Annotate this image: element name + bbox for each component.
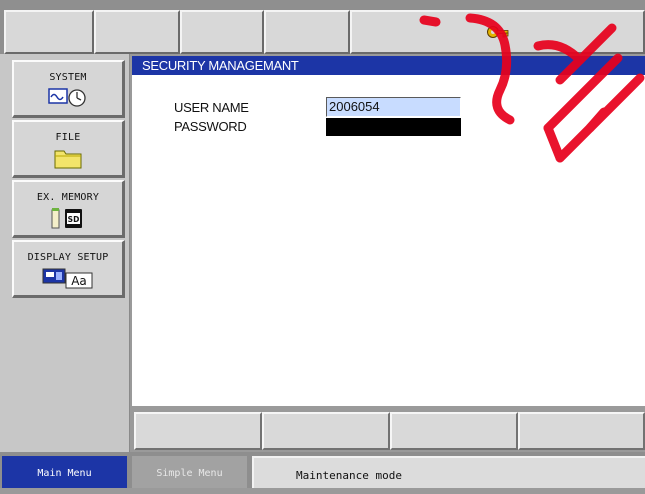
password-label: PASSWORD (174, 119, 247, 134)
user-name-field[interactable]: 2006054 (326, 97, 461, 117)
menu-file-label: FILE (55, 132, 81, 143)
status-message: Maintenance mode (252, 456, 645, 488)
menu-ex-memory-label: EX. MEMORY (36, 192, 100, 203)
menu-ex-memory-button[interactable]: EX. MEMORY SD (12, 180, 125, 238)
status-cell-4 (264, 10, 350, 54)
function-button-2[interactable] (262, 412, 390, 450)
system-clock-icon (14, 87, 122, 107)
simple-menu-button[interactable]: Simple Menu (132, 456, 247, 488)
function-key-bar (130, 406, 645, 452)
menu-file-button[interactable]: FILE (12, 120, 125, 178)
menu-display-setup-button[interactable]: DISPLAY SETUP Aa (12, 240, 125, 298)
security-management-window: SECURITY MANAGEMANT USER NAME PASSWORD 2… (132, 56, 645, 406)
user-name-label: USER NAME (174, 100, 249, 115)
display-setup-icon: Aa (14, 267, 122, 289)
top-status-bar (0, 0, 645, 54)
function-button-3[interactable] (390, 412, 518, 450)
footer-bar: Main Menu Simple Menu Maintenance mode (0, 452, 645, 488)
menu-display-setup-label: DISPLAY SETUP (27, 252, 109, 263)
status-cell-3 (180, 10, 264, 54)
password-field[interactable] (326, 118, 461, 136)
security-status-cell (350, 10, 645, 54)
sd-card-icon: SD (14, 207, 122, 229)
svg-text:SD: SD (68, 215, 80, 224)
function-button-4[interactable] (518, 412, 645, 450)
menu-system-button[interactable]: SYSTEM (12, 60, 125, 118)
main-menu-button[interactable]: Main Menu (2, 456, 127, 488)
function-button-1[interactable] (134, 412, 262, 450)
left-menu-panel: SYSTEM FILE EX. MEMORY SD DISPLAY SETUP … (0, 54, 130, 452)
status-cell-2 (94, 10, 180, 54)
window-title: SECURITY MANAGEMANT (132, 56, 645, 75)
status-cell-1 (4, 10, 94, 54)
folder-icon (14, 147, 122, 169)
svg-text:Aa: Aa (71, 274, 87, 288)
menu-system-label: SYSTEM (49, 72, 87, 83)
key-icon (486, 26, 508, 38)
